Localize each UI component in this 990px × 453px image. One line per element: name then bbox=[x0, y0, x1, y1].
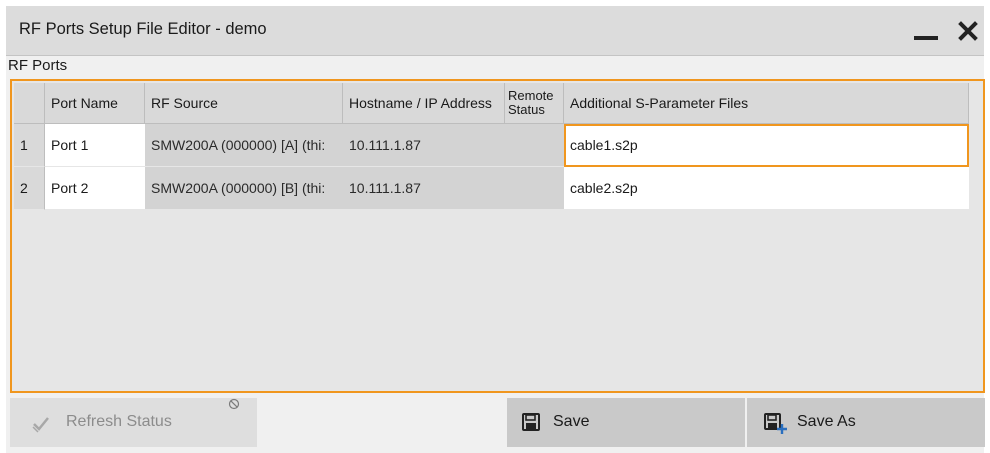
rf-ports-table: Port Name RF Source Hostname / IP Addres… bbox=[14, 83, 969, 210]
remote-status-cell bbox=[505, 124, 564, 167]
row-number: 1 bbox=[14, 124, 45, 167]
column-header-rf-source[interactable]: RF Source bbox=[145, 83, 343, 124]
minimize-icon bbox=[914, 36, 938, 40]
table-row[interactable]: 2 Port 2 SMW200A (000000) [B] (thi: 10.1… bbox=[14, 167, 969, 210]
title-bar: RF Ports Setup File Editor - demo bbox=[6, 6, 984, 56]
window-title: RF Ports Setup File Editor - demo bbox=[19, 20, 267, 38]
column-header-hostname[interactable]: Hostname / IP Address bbox=[343, 83, 505, 124]
hostname-cell[interactable]: 10.111.1.87 bbox=[343, 167, 505, 210]
minimize-button[interactable] bbox=[910, 20, 942, 44]
save-as-button[interactable]: Save As bbox=[747, 398, 985, 447]
remote-status-cell bbox=[505, 167, 564, 210]
close-button[interactable] bbox=[954, 14, 982, 46]
save-label: Save bbox=[553, 413, 590, 430]
hostname-cell[interactable]: 10.111.1.87 bbox=[343, 124, 505, 167]
section-label: RF Ports bbox=[8, 57, 68, 74]
sparam-file-cell[interactable]: cable2.s2p bbox=[564, 167, 969, 210]
save-as-label: Save As bbox=[797, 413, 856, 430]
rf-source-cell[interactable]: SMW200A (000000) [B] (thi: bbox=[145, 167, 343, 210]
column-header-port-name[interactable]: Port Name bbox=[45, 83, 145, 124]
disabled-icon bbox=[228, 398, 240, 410]
table-header-row: Port Name RF Source Hostname / IP Addres… bbox=[14, 83, 969, 124]
floppy-disk-icon bbox=[522, 413, 540, 431]
port-name-cell[interactable]: Port 2 bbox=[45, 167, 145, 210]
refresh-check-icon bbox=[32, 417, 49, 433]
table-row[interactable]: 1 Port 1 SMW200A (000000) [A] (thi: 10.1… bbox=[14, 124, 969, 167]
column-header-sparam-files[interactable]: Additional S-Parameter Files bbox=[564, 83, 969, 124]
row-number-header bbox=[14, 83, 45, 124]
refresh-status-button[interactable]: Refresh Status bbox=[10, 398, 257, 447]
floppy-disk-plus-icon bbox=[764, 413, 787, 434]
row-number: 2 bbox=[14, 167, 45, 210]
refresh-status-label: Refresh Status bbox=[66, 413, 172, 430]
close-icon bbox=[958, 21, 978, 41]
sparam-file-cell[interactable]: cable1.s2p bbox=[564, 124, 969, 167]
port-name-cell[interactable]: Port 1 bbox=[45, 124, 145, 167]
rf-ports-table-frame: Port Name RF Source Hostname / IP Addres… bbox=[10, 79, 985, 393]
rf-source-cell[interactable]: SMW200A (000000) [A] (thi: bbox=[145, 124, 343, 167]
column-header-remote-status[interactable]: Remote Status bbox=[505, 83, 564, 124]
save-button[interactable]: Save bbox=[507, 398, 745, 447]
